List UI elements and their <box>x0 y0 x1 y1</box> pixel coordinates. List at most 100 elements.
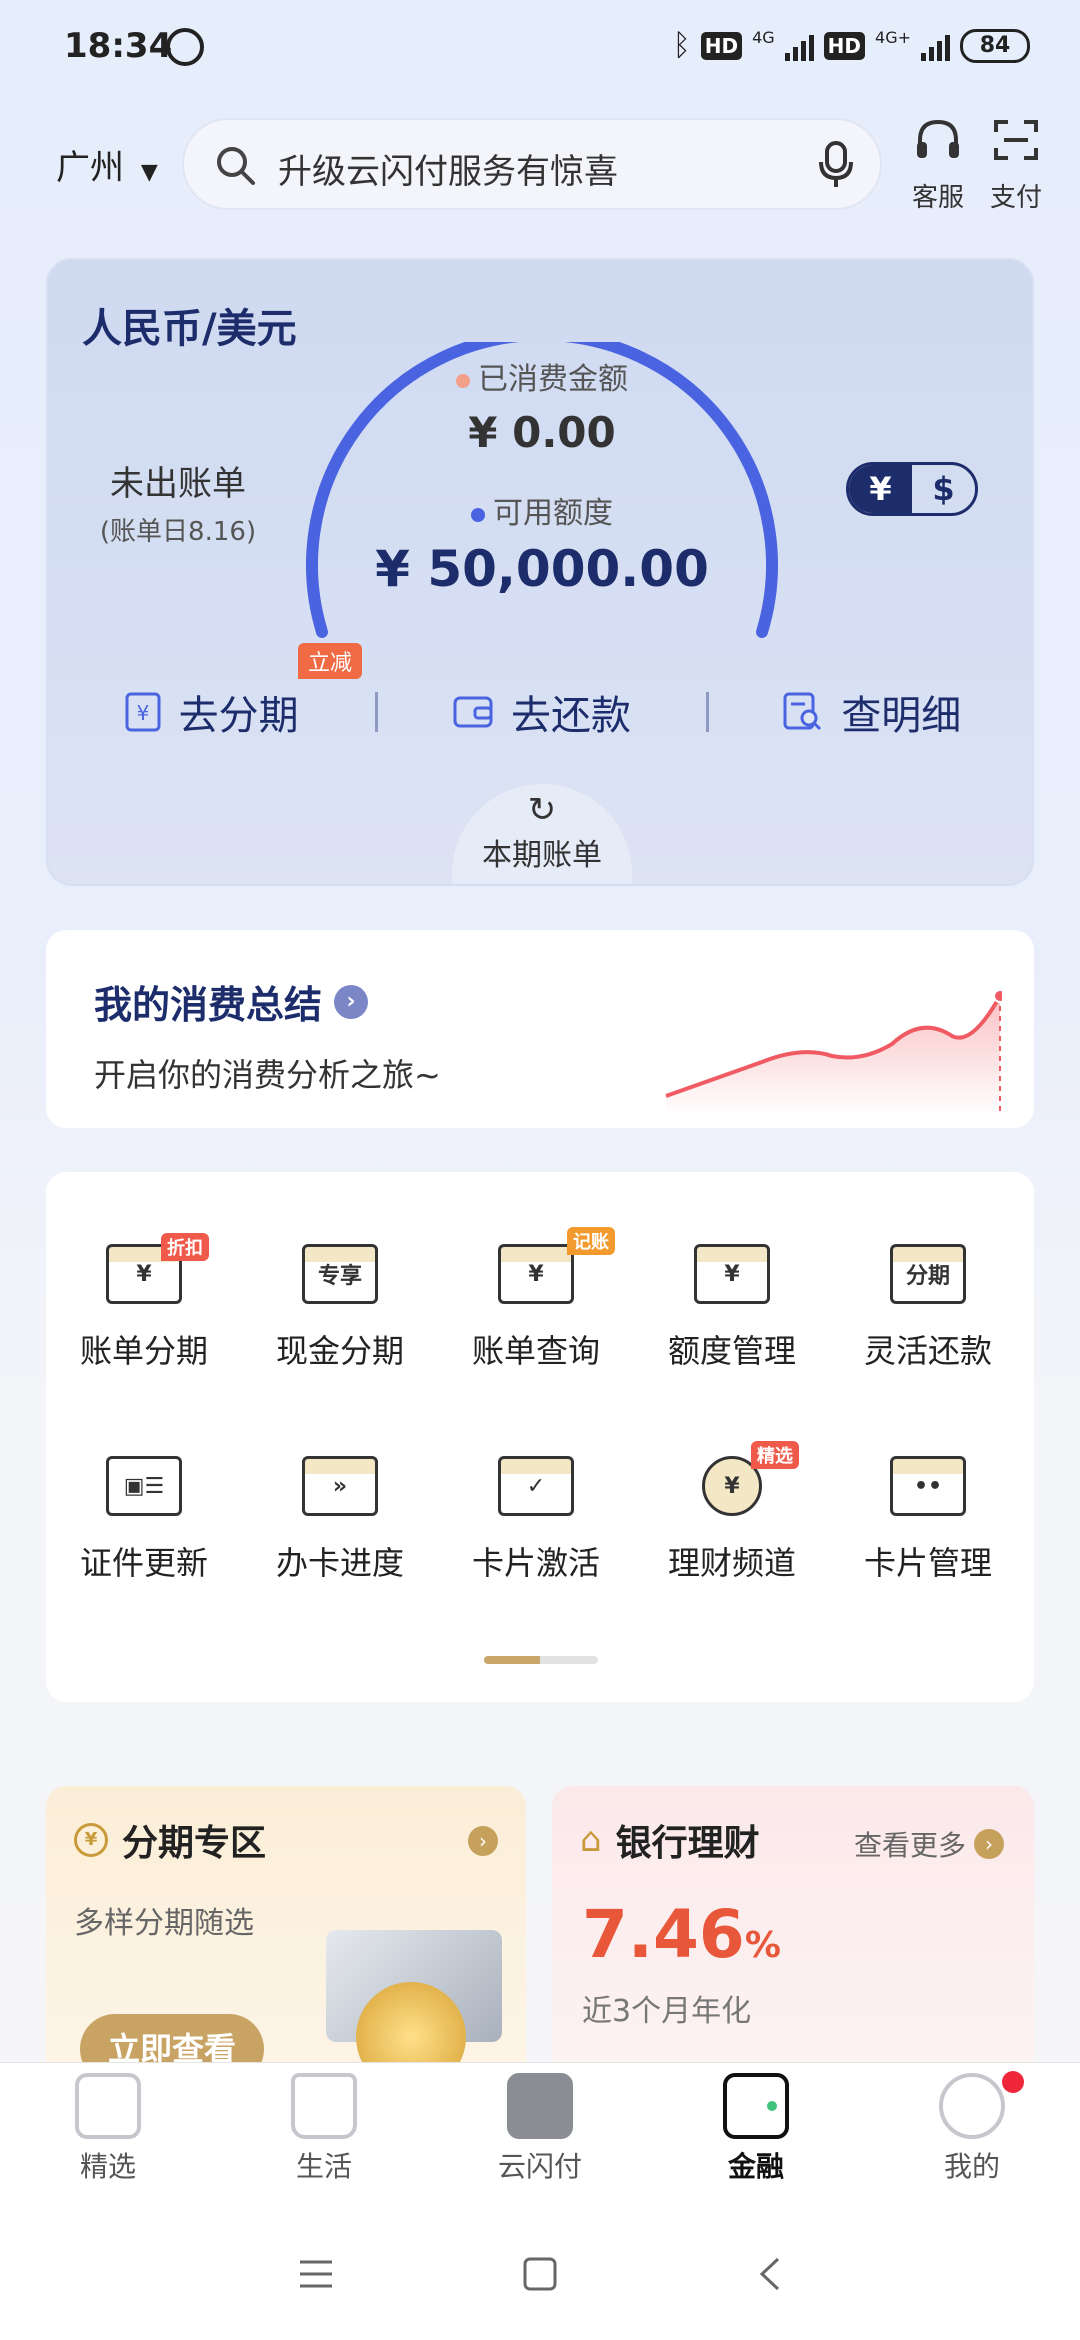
installment-zone-card[interactable]: ¥ 分期专区 › 多样分期随选 立即查看 <box>46 1786 526 2086</box>
spent-label: 已消费金额 <box>478 362 628 397</box>
current-bill-label: 本期账单 <box>482 838 602 873</box>
refresh-icon: ↻ <box>527 790 557 830</box>
finance-wallet-icon <box>723 2073 789 2139</box>
page-indicator <box>484 1656 598 1664</box>
bank-wealth-card[interactable]: ⌂ 银行理财 查看更多 › 7.46% 近3个月年化 <box>552 1786 1034 2086</box>
service-label: 账单分期 <box>79 1332 208 1370</box>
bill-query-glyph: ¥ <box>528 1261 544 1287</box>
home-square-icon[interactable] <box>522 2256 558 2292</box>
menu-icon[interactable] <box>298 2258 334 2290</box>
rate-description: 近3个月年化 <box>582 1994 752 2029</box>
service-flexible-repayment[interactable]: 分期 灵活还款 <box>830 1244 1026 1372</box>
details-search-icon <box>783 692 822 731</box>
see-more-link[interactable]: 查看更多 › <box>854 1824 1005 1864</box>
summary-title: 我的消费总结 <box>94 983 323 1027</box>
card-actions: ¥ 去分期 立减 去还款 查明细 <box>48 643 1032 752</box>
service-card-management[interactable]: •• 卡片管理 <box>830 1456 1026 1584</box>
search-bar[interactable]: 升级云闪付服务有惊喜 <box>182 118 882 210</box>
search-icon <box>217 147 255 185</box>
bill-query-icon: ¥ 记账 <box>498 1227 615 1304</box>
summary-subtitle: 开启你的消费分析之旅~ <box>94 1056 441 1094</box>
cash-installment-icon: 专享 <box>302 1244 378 1304</box>
spending-trend-graphic <box>665 989 1002 1116</box>
network-type: 4G <box>752 28 775 47</box>
details-label: 查明细 <box>841 693 962 739</box>
spent-value: ¥ 0.00 <box>468 408 616 457</box>
service-grid: ¥ 折扣 账单分期 专享 现金分期 ¥ 记账 账单查询 ¥ 额度管理 分期 灵活还款… <box>46 1172 1034 1702</box>
microphone-icon[interactable] <box>816 140 856 190</box>
summary-title-row: 我的消费总结 › <box>94 974 369 1029</box>
service-card-progress[interactable]: » 办卡进度 <box>242 1456 438 1584</box>
battery-icon: 84 <box>960 28 1030 63</box>
details-action[interactable]: 查明细 <box>709 683 1032 741</box>
nav-item-quickpass[interactable]: 云闪付 <box>432 2063 648 2212</box>
see-more-label: 查看更多 <box>854 1829 967 1862</box>
network-type-2: 4G+ <box>875 28 911 47</box>
service-bill-installment[interactable]: ¥ 折扣 账单分期 <box>46 1233 242 1372</box>
card-activation-glyph: ✓ <box>526 1473 546 1499</box>
rate-unit: % <box>744 1925 781 1966</box>
search-placeholder: 升级云闪付服务有惊喜 <box>278 152 618 192</box>
currency-toggle[interactable]: ¥ $ <box>846 462 978 516</box>
service-limit-management[interactable]: ¥ 额度管理 <box>634 1244 830 1372</box>
nav-label: 云闪付 <box>497 2150 582 2183</box>
discount-badge: 立减 <box>298 643 363 679</box>
hd-badge-2: HD <box>823 31 866 60</box>
unionpay-quickpass-icon <box>507 2073 573 2139</box>
caret-down-icon: ▼ <box>140 160 158 185</box>
back-icon[interactable] <box>756 2256 782 2292</box>
service-id-update[interactable]: ▣☰ 证件更新 <box>46 1456 242 1584</box>
annualized-rate: 7.46% <box>582 1896 781 1973</box>
flexible-repayment-icon: 分期 <box>890 1244 966 1304</box>
nav-item-finance[interactable]: 金融 <box>648 2063 864 2212</box>
nav-item-profile[interactable]: 我的 <box>864 2063 1080 2212</box>
hd-badge: HD <box>700 31 743 60</box>
service-bill-query[interactable]: ¥ 记账 账单查询 <box>438 1227 634 1372</box>
service-label: 现金分期 <box>275 1332 404 1370</box>
service-label: 证件更新 <box>79 1544 208 1582</box>
cash-installment-glyph: 专享 <box>317 1264 362 1289</box>
city-selector[interactable]: 广州 ▼ <box>56 140 158 189</box>
city-label: 广州 <box>56 148 124 188</box>
chevron-right-icon: › <box>468 1826 498 1856</box>
currency-cny-option[interactable]: ¥ <box>849 465 912 513</box>
service-label: 灵活还款 <box>863 1332 992 1370</box>
current-bill-tab[interactable]: ↻ 本期账单 <box>452 784 632 884</box>
credit-card-panel: 人民币/美元 未出账单 (账单日8.16) 已消费金额 ¥ 0.00 可用额度 … <box>46 258 1034 886</box>
service-label: 卡片激活 <box>471 1544 600 1582</box>
installment-zone-subtitle: 多样分期随选 <box>74 1906 254 1941</box>
limit-management-glyph: ¥ <box>724 1261 740 1287</box>
bill-installment-glyph: ¥ <box>136 1261 152 1287</box>
life-icon <box>291 2073 357 2139</box>
repayment-label: 去还款 <box>510 693 631 739</box>
service-label: 额度管理 <box>667 1332 796 1370</box>
repayment-action[interactable]: 去还款 <box>378 683 705 741</box>
card-activation-icon: ✓ <box>498 1456 574 1516</box>
nav-item-featured[interactable]: 精选 <box>0 2063 216 2212</box>
available-label: 可用额度 <box>493 496 613 531</box>
currency-usd-option[interactable]: $ <box>912 465 975 513</box>
spending-summary-card[interactable]: 我的消费总结 › 开启你的消费分析之旅~ <box>46 930 1034 1128</box>
bottom-nav: 精选 生活 云闪付 金融 我的 <box>0 2062 1080 2212</box>
pay-label: 支付 <box>989 183 1042 213</box>
customer-service-button[interactable]: 客服 <box>898 118 978 214</box>
service-card-activation[interactable]: ✓ 卡片激活 <box>438 1456 634 1584</box>
status-icons: ᛒ HD 4G HD 4G+ 84 <box>673 28 1030 63</box>
nav-label: 金融 <box>727 2150 784 2183</box>
service-label: 卡片管理 <box>863 1544 992 1582</box>
nav-label: 生活 <box>295 2150 352 2183</box>
wealth-channel-icon: ¥ 精选 <box>702 1441 799 1516</box>
featured-icon <box>75 2073 141 2139</box>
notification-dot <box>1002 2071 1024 2093</box>
service-cash-installment[interactable]: 专享 现金分期 <box>242 1244 438 1372</box>
service-wealth-channel[interactable]: ¥ 精选 理财频道 <box>634 1441 830 1584</box>
bluetooth-icon: ᛒ <box>672 28 691 63</box>
spent-dot-icon <box>456 373 470 388</box>
nav-item-life[interactable]: 生活 <box>216 2063 432 2212</box>
installment-label: 去分期 <box>178 693 299 739</box>
installment-action[interactable]: ¥ 去分期 立减 <box>48 643 375 741</box>
rate-value: 7.46 <box>582 1896 745 1973</box>
signal-icon <box>784 31 814 61</box>
pay-button[interactable]: 支付 <box>976 118 1056 214</box>
spent-label-row: 已消费金额 <box>48 354 1032 398</box>
